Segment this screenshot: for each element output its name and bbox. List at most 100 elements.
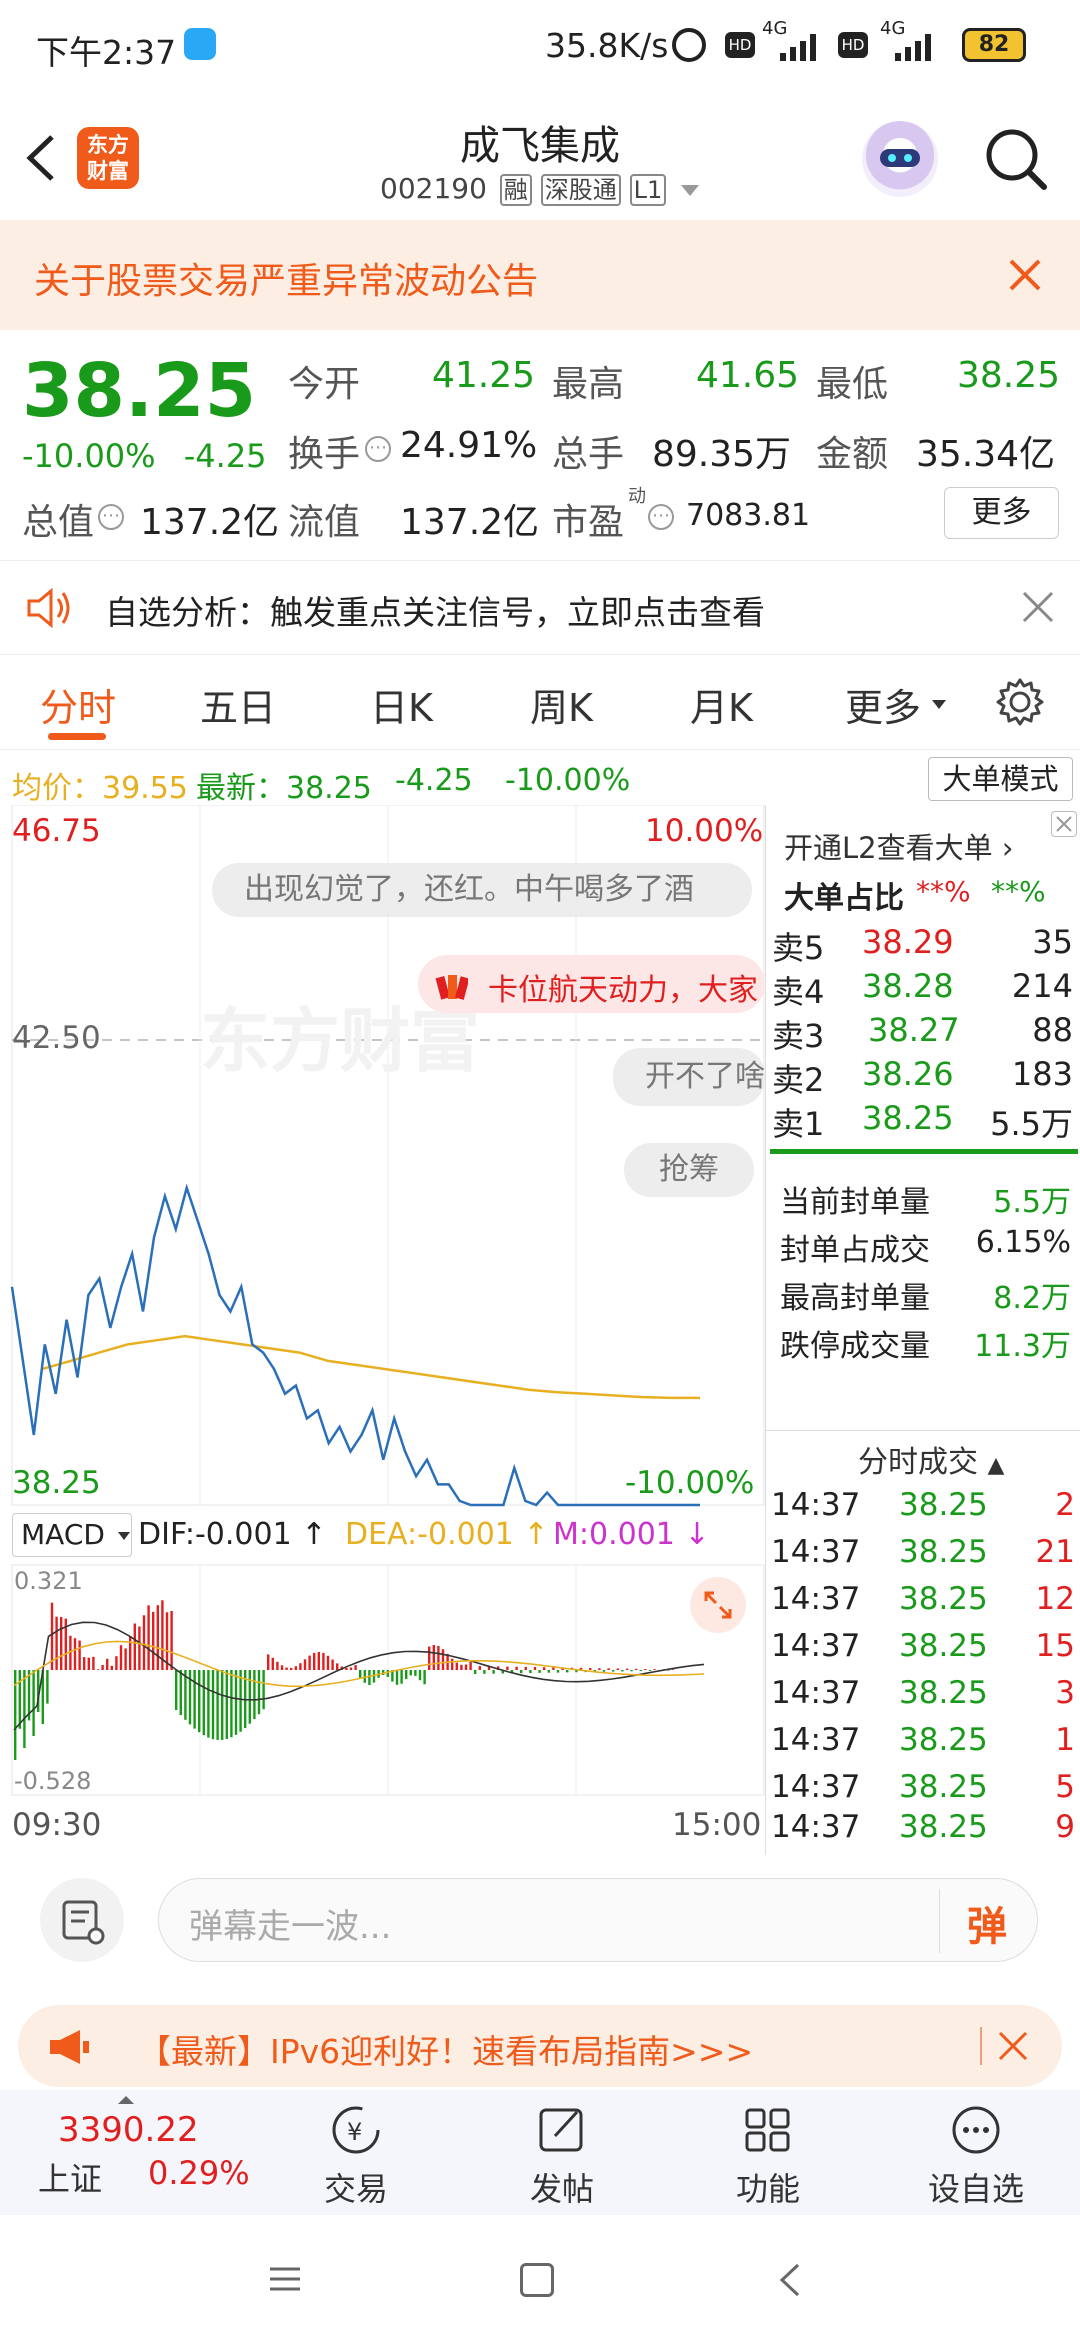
tab-more[interactable]: 更多 bbox=[845, 677, 921, 732]
home-icon[interactable] bbox=[520, 2263, 554, 2297]
danmaku-bubble-3[interactable]: 抢筹 bbox=[624, 1143, 754, 1197]
macd-bar bbox=[32, 1670, 35, 1736]
macd-bar bbox=[432, 1645, 435, 1670]
nav-trade[interactable]: ¥ 交易 bbox=[276, 2090, 436, 2215]
search-icon[interactable] bbox=[982, 125, 1050, 193]
expand-icon[interactable] bbox=[690, 1577, 746, 1633]
analysis-banner[interactable]: 自选分析：触发重点关注信号，立即点击查看 bbox=[0, 560, 1080, 655]
tag-l1[interactable]: L1 bbox=[629, 174, 667, 206]
macd-bar bbox=[354, 1665, 357, 1670]
macd-bar bbox=[147, 1605, 150, 1670]
change-value: -4.25 bbox=[183, 437, 267, 475]
signal-icon-2 bbox=[895, 30, 940, 61]
more-button[interactable]: 更多 bbox=[944, 487, 1059, 539]
macd-bar bbox=[612, 1670, 615, 1672]
macd-bar bbox=[492, 1670, 495, 1674]
tab-monthly-k[interactable]: 月K bbox=[690, 677, 753, 732]
close-icon-side[interactable] bbox=[1051, 811, 1077, 837]
macd-bar bbox=[515, 1666, 518, 1670]
field-label-float: 流值 bbox=[288, 502, 361, 543]
macd-bar bbox=[257, 1670, 261, 1715]
macd-bar bbox=[607, 1668, 610, 1670]
ask-row-4: 卖4 38.28 214 bbox=[772, 967, 1073, 1011]
macd-bar bbox=[395, 1670, 399, 1685]
announcement-bar[interactable]: 关于股票交易严重异常波动公告 bbox=[0, 220, 1080, 330]
field-value-float: 137.2亿 bbox=[400, 502, 540, 543]
big-order-mode-button[interactable]: 大单模式 bbox=[928, 757, 1073, 801]
danmaku-bubble-2[interactable]: 开不了啥 bbox=[613, 1048, 765, 1106]
danmaku-send-button[interactable]: 弹 bbox=[967, 1894, 1007, 1952]
quote-panel: 38.25 -10.00% -4.25 今开 41.25 最高 41.65 最低… bbox=[0, 330, 1080, 555]
macd-bar bbox=[290, 1667, 293, 1670]
index-change[interactable]: 0.29% bbox=[148, 2154, 250, 2192]
macd-bar bbox=[326, 1655, 330, 1670]
back-icon[interactable] bbox=[22, 133, 62, 183]
dea-value: DEA:-0.001 ↑ bbox=[345, 1517, 549, 1552]
macd-bar bbox=[533, 1667, 537, 1670]
tab-five-day[interactable]: 五日 bbox=[200, 677, 276, 732]
order-book-panel: 开通L2查看大单 › 大单占比 **% **% 卖5 38.29 35 卖4 38.2… bbox=[765, 805, 1080, 1855]
index-value[interactable]: 3390.22 bbox=[58, 2110, 199, 2150]
app-logo[interactable]: 东方 财富 bbox=[77, 127, 139, 189]
close-icon-analysis[interactable] bbox=[1020, 589, 1056, 625]
robot-assistant-icon[interactable] bbox=[862, 121, 938, 197]
macd-bar bbox=[73, 1638, 77, 1670]
tab-weekly-k[interactable]: 周K bbox=[530, 677, 593, 732]
l2-link[interactable]: 开通L2查看大单 › bbox=[784, 825, 1013, 867]
svg-text:¥: ¥ bbox=[347, 2118, 362, 2146]
info-icon[interactable]: ⋯ bbox=[365, 436, 391, 462]
tag-margin: 融 bbox=[499, 174, 532, 206]
info-icon-3[interactable]: ⋯ bbox=[648, 504, 674, 530]
macd-bar bbox=[455, 1662, 458, 1670]
danmaku-bar: 弹幕走一波... 弹 bbox=[0, 1860, 1080, 1980]
macd-bar bbox=[520, 1670, 523, 1674]
watermark: 东方财富 bbox=[200, 1000, 480, 1082]
big-order-label: 大单占比 bbox=[784, 881, 904, 916]
danmaku-bubble[interactable]: 出现幻觉了，还红。中午喝多了酒 bbox=[212, 863, 752, 917]
promo-banner[interactable]: 【最新】IPv6迎利好！速看布局指南>>> bbox=[18, 2005, 1062, 2087]
menu-icon[interactable] bbox=[268, 2265, 302, 2293]
danmaku-bubble-hot[interactable]: 卡位航天动力，大家 bbox=[418, 955, 765, 1013]
analysis-text[interactable]: 自选分析：触发重点关注信号，立即点击查看 bbox=[105, 586, 765, 634]
field-value-turnover: 24.91% bbox=[400, 425, 538, 466]
comment-list-icon[interactable] bbox=[40, 1878, 124, 1962]
close-icon-promo[interactable] bbox=[996, 2029, 1030, 2063]
macd-bar bbox=[216, 1670, 219, 1740]
chevron-down-icon[interactable] bbox=[681, 184, 700, 196]
macd-bar bbox=[87, 1657, 90, 1670]
chevron-down-icon[interactable] bbox=[932, 700, 946, 709]
announcement-text[interactable]: 关于股票交易严重异常波动公告 bbox=[34, 252, 538, 304]
m-value: M:0.001 ↓ bbox=[553, 1517, 710, 1552]
trades-title[interactable]: 分时成交 ▲ bbox=[858, 1437, 1004, 1481]
back-nav-icon[interactable] bbox=[778, 2261, 802, 2299]
speaker-icon bbox=[25, 583, 75, 633]
nav-add-watchlist[interactable]: 设自选 bbox=[896, 2090, 1056, 2215]
macd-axis-top: 0.321 bbox=[14, 1567, 83, 1595]
gear-icon[interactable] bbox=[995, 677, 1045, 727]
index-name[interactable]: 上证 bbox=[38, 2154, 102, 2200]
macd-bar bbox=[101, 1665, 104, 1670]
latest-change: -4.25 bbox=[395, 763, 473, 798]
x-axis-end: 15:00 bbox=[672, 1807, 762, 1843]
nav-functions[interactable]: 功能 bbox=[688, 2090, 848, 2215]
more-dots-icon bbox=[952, 2106, 1000, 2154]
promo-text[interactable]: 【最新】IPv6迎利好！速看布局指南>>> bbox=[138, 2025, 753, 2073]
indicator-select[interactable]: MACD bbox=[12, 1513, 132, 1557]
field-value-low: 38.25 bbox=[957, 355, 1061, 396]
field-label-amount: 金额 bbox=[816, 434, 889, 475]
danmaku-input[interactable]: 弹幕走一波... 弹 bbox=[158, 1878, 1038, 1962]
macd-bar bbox=[96, 1669, 100, 1670]
trade-row: 14:37 38.25 1 bbox=[771, 1722, 1075, 1758]
macd-bar bbox=[92, 1656, 95, 1670]
macd-bar bbox=[671, 1669, 675, 1670]
tab-intraday[interactable]: 分时 bbox=[40, 677, 116, 732]
tab-daily-k[interactable]: 日K bbox=[370, 677, 433, 732]
intraday-chart[interactable]: 东方财富 46.75 42.50 38.25 10.00% -10.00% 出现… bbox=[0, 804, 765, 1855]
latest-change-pct: -10.00% bbox=[505, 763, 631, 798]
chart-tabs: 分时 五日 日K 周K 月K 更多 bbox=[0, 655, 1080, 750]
info-icon-2[interactable]: ⋯ bbox=[98, 504, 124, 530]
macd-bar bbox=[474, 1670, 477, 1674]
close-icon[interactable] bbox=[1005, 255, 1045, 295]
macd-bar bbox=[349, 1667, 353, 1670]
nav-post[interactable]: 发帖 bbox=[482, 2090, 642, 2215]
